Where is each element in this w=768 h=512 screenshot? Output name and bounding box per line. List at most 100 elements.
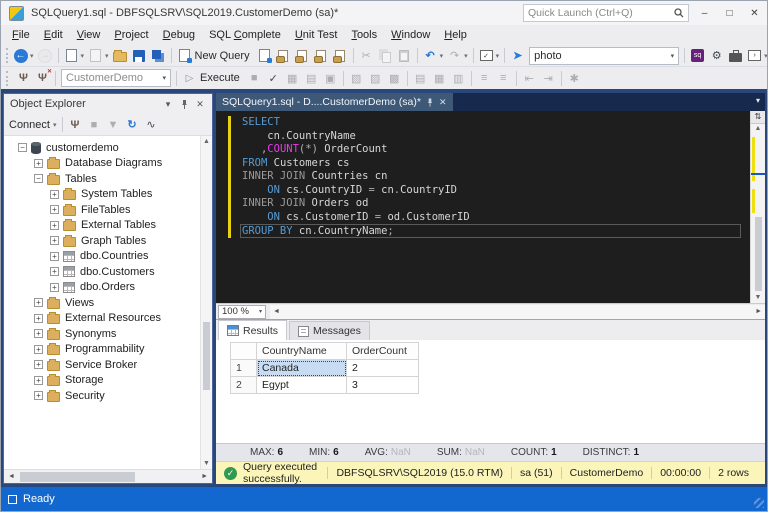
activity-monitor-icon[interactable]: ∿ <box>143 116 160 133</box>
code-line-1[interactable]: SELECT <box>242 116 741 130</box>
expand-icon[interactable]: + <box>50 283 59 292</box>
results-tab-results[interactable]: Results <box>218 320 287 340</box>
uncomment-icon[interactable]: ≡ <box>495 70 512 87</box>
expand-icon[interactable]: + <box>34 329 43 338</box>
tree-item-service-broker[interactable]: +Service Broker <box>4 357 200 373</box>
sql-editor[interactable]: SELECT cn.CountryName ,COUNT(*) OrderCou… <box>216 111 765 303</box>
code-line-4[interactable]: FROM Customers cs <box>242 157 741 171</box>
document-tab[interactable]: SQLQuery1.sql - D....CustomerDemo (sa)* … <box>216 93 453 111</box>
parse-icon[interactable]: ✓ <box>265 70 282 87</box>
row-number-header[interactable] <box>231 343 257 360</box>
tree-item-database-diagrams[interactable]: +Database Diagrams <box>4 156 200 172</box>
dropdown-icon[interactable]: ▾ <box>496 52 500 60</box>
editor-horizontal-scrollbar[interactable]: ◄ ► <box>270 305 765 319</box>
stop-icon[interactable]: ■ <box>86 116 103 133</box>
editor-scroll-left-icon[interactable]: ◄ <box>273 308 280 315</box>
live-stats-icon[interactable]: ▨ <box>367 70 384 87</box>
execute-play-icon[interactable]: ▷ <box>181 70 198 87</box>
command-window-icon[interactable]: › <box>746 47 763 64</box>
tree-horizontal-scrollbar[interactable]: ◄ ► <box>4 469 212 483</box>
estimated-plan-icon[interactable]: ▦ <box>284 70 301 87</box>
connect-dropdown-icon[interactable]: ▾ <box>53 121 57 129</box>
tree-item-synonyms[interactable]: +Synonyms <box>4 326 200 342</box>
menu-item-debug[interactable]: Debug <box>156 27 202 43</box>
code-line-9[interactable]: GROUP BY cn.CountryName; <box>240 224 741 238</box>
save-icon[interactable] <box>131 47 148 64</box>
editor-scroll-down-icon[interactable]: ▼ <box>751 294 765 301</box>
results-to-text-icon[interactable]: ▤ <box>412 70 429 87</box>
filter-icon[interactable]: ▼ <box>105 116 122 133</box>
expand-icon[interactable]: + <box>50 221 59 230</box>
dropdown-icon[interactable]: ▾ <box>764 52 768 60</box>
change-connection-icon[interactable]: Ψ <box>34 70 51 87</box>
sqlcomplete-extra-icon[interactable]: ✱ <box>566 70 583 87</box>
scroll-down-icon[interactable]: ▼ <box>201 460 212 467</box>
object-explorer-tree[interactable]: −customerdemo+Database Diagrams−Tables+S… <box>4 136 212 469</box>
open-file-icon[interactable] <box>112 47 129 64</box>
expand-icon[interactable]: + <box>50 190 59 199</box>
window-position-icon[interactable]: ▾ <box>160 96 176 112</box>
results-to-file-icon[interactable]: ▥ <box>450 70 467 87</box>
editor-vertical-scrollbar[interactable]: ⇅ ▲ ▼ <box>750 111 765 303</box>
tab-pin-icon[interactable] <box>426 98 434 107</box>
redo-icon[interactable]: ↷ <box>446 47 463 64</box>
tree-item-external-resources[interactable]: +External Resources <box>4 311 200 327</box>
xmla-query-icon[interactable] <box>313 47 330 64</box>
expand-icon[interactable]: + <box>34 314 43 323</box>
toolbar2-grip[interactable] <box>6 71 11 86</box>
refresh-icon[interactable]: ↻ <box>124 116 141 133</box>
minimize-icon[interactable]: – <box>692 1 717 25</box>
expand-icon[interactable]: + <box>34 298 43 307</box>
menu-item-sql-complete[interactable]: SQL Complete <box>202 27 288 43</box>
scroll-right-icon[interactable]: ► <box>201 473 208 480</box>
paste-icon[interactable] <box>396 47 413 64</box>
grid-cell[interactable]: Egypt <box>257 377 347 394</box>
column-header-ordercount[interactable]: OrderCount <box>347 343 419 360</box>
expand-icon[interactable]: + <box>34 376 43 385</box>
tree-item-storage[interactable]: +Storage <box>4 373 200 389</box>
dax-query-icon[interactable] <box>332 47 349 64</box>
tree-item-customerdemo[interactable]: −customerdemo <box>4 140 200 156</box>
code-line-6[interactable]: ON cs.CountryID = cn.CountryID <box>242 184 741 198</box>
menu-item-unit-test[interactable]: Unit Test <box>288 27 345 43</box>
mdx-query-icon[interactable] <box>275 47 292 64</box>
menu-item-view[interactable]: View <box>70 27 108 43</box>
navigate-to-icon[interactable]: ➤ <box>509 47 526 64</box>
dropdown-icon[interactable]: ▾ <box>30 52 34 60</box>
column-header-countryname[interactable]: CountryName <box>257 343 347 360</box>
menu-item-edit[interactable]: Edit <box>37 27 70 43</box>
tree-hscroll-thumb[interactable] <box>20 472 135 482</box>
tree-item-security[interactable]: +Security <box>4 388 200 404</box>
toolbar1-grip[interactable] <box>6 48 8 63</box>
grid-cell[interactable]: 3 <box>347 377 419 394</box>
tree-item-programmability[interactable]: +Programmability <box>4 342 200 358</box>
tree-item-system-tables[interactable]: +System Tables <box>4 187 200 203</box>
tree-item-filetables[interactable]: +FileTables <box>4 202 200 218</box>
tree-vscroll-thumb[interactable] <box>203 322 210 390</box>
zoom-level-select[interactable]: 100 % ▾ <box>218 305 266 319</box>
expand-icon[interactable]: + <box>34 345 43 354</box>
pin-icon[interactable] <box>176 96 192 112</box>
code-line-8[interactable]: ON cs.CustomerID = od.CustomerID <box>242 211 741 225</box>
expand-icon[interactable]: + <box>34 360 43 369</box>
collapse-icon[interactable]: − <box>34 174 43 183</box>
editor-scroll-up-icon[interactable]: ▲ <box>751 125 765 132</box>
expand-icon[interactable]: + <box>50 205 59 214</box>
editor-vscroll-thumb[interactable] <box>755 217 762 291</box>
tree-item-dbo-orders[interactable]: +dbo.Orders <box>4 280 200 296</box>
close-icon[interactable]: ✕ <box>742 1 767 25</box>
save-all-icon[interactable] <box>150 47 167 64</box>
disconnect-icon[interactable]: Ψ <box>67 116 84 133</box>
expand-icon[interactable]: + <box>50 252 59 261</box>
nav-forward-icon[interactable]: → <box>37 47 54 64</box>
grid-cell[interactable]: Canada <box>257 360 347 377</box>
scroll-up-icon[interactable]: ▲ <box>201 138 212 145</box>
expand-icon[interactable]: + <box>50 267 59 276</box>
resize-grip[interactable] <box>754 498 764 508</box>
tree-item-views[interactable]: +Views <box>4 295 200 311</box>
quick-launch-input[interactable]: Quick Launch (Ctrl+Q) <box>523 4 689 22</box>
search-combo[interactable]: photo▾ <box>529 47 679 65</box>
expand-icon[interactable]: + <box>50 236 59 245</box>
database-engine-query-icon[interactable] <box>256 47 273 64</box>
wrench-icon[interactable]: ⚙ <box>708 47 725 64</box>
